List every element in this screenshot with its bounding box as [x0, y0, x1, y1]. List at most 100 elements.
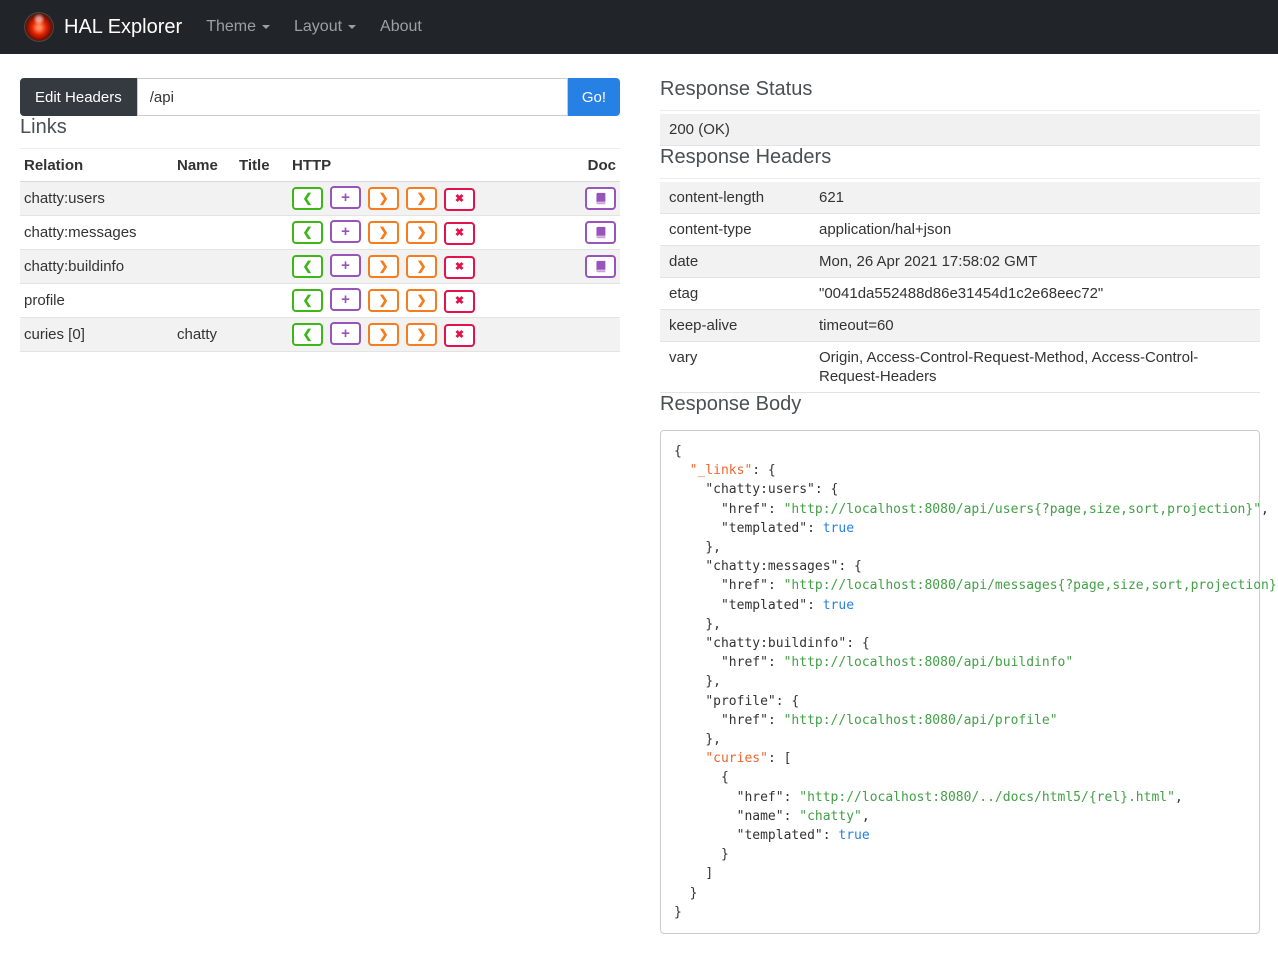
relation-cell: profile — [20, 284, 173, 318]
nav-item-layout[interactable]: Layout — [282, 8, 368, 46]
code-line: "chatty:users": { — [674, 480, 1246, 499]
main-content: Edit Headers Go! Links Relation Name Tit… — [0, 54, 1278, 934]
edit-headers-button[interactable]: Edit Headers — [20, 78, 137, 116]
title-cell — [235, 216, 288, 250]
code-line: "chatty:messages": { — [674, 557, 1246, 576]
code-line: "templated": true — [674, 519, 1246, 538]
header-name-cell: content-length — [660, 182, 810, 214]
http-put-button[interactable]: ❯ — [368, 323, 399, 346]
uri-input[interactable] — [137, 78, 568, 116]
http-put-button[interactable]: ❯ — [368, 187, 399, 210]
header-name-cell: keep-alive — [660, 310, 810, 342]
http-delete-button[interactable]: ✖ — [444, 188, 475, 211]
header-value-cell: timeout=60 — [810, 310, 1260, 342]
http-post-button[interactable]: + — [330, 322, 361, 345]
http-get-button[interactable]: ❮ — [292, 323, 323, 346]
relation-cell: chatty:buildinfo — [20, 250, 173, 284]
http-get-button[interactable]: ❮ — [292, 221, 323, 244]
http-put-button[interactable]: ❯ — [368, 221, 399, 244]
response-header-row: dateMon, 26 Apr 2021 17:58:02 GMT — [660, 246, 1260, 278]
doc-cell — [578, 182, 620, 216]
http-buttons-cell: ❮ + ❯ ❯ ✖ — [288, 182, 578, 216]
code-line: "name": "chatty", — [674, 807, 1246, 826]
http-delete-button[interactable]: ✖ — [444, 222, 475, 245]
doc-cell — [578, 250, 620, 284]
header-value-cell: application/hal+json — [810, 214, 1260, 246]
response-header-row: varyOrigin, Access-Control-Request-Metho… — [660, 342, 1260, 393]
header-name-cell: content-type — [660, 214, 810, 246]
code-line: "profile": { — [674, 692, 1246, 711]
title-cell — [235, 284, 288, 318]
caret-down-icon — [262, 25, 270, 29]
code-line: "curies": [ — [674, 749, 1246, 768]
go-button[interactable]: Go! — [568, 78, 620, 116]
col-doc: Doc — [578, 149, 620, 182]
code-line: "chatty:buildinfo": { — [674, 634, 1246, 653]
name-cell — [173, 216, 235, 250]
http-get-button[interactable]: ❮ — [292, 289, 323, 312]
code-line: }, — [674, 672, 1246, 691]
response-header-row: etag"0041da552488d86e31454d1c2e68eec72" — [660, 278, 1260, 310]
response-panel: Response Status 200 (OK) Response Header… — [660, 78, 1260, 934]
http-post-button[interactable]: + — [330, 254, 361, 277]
link-row: chatty:buildinfo ❮ + ❯ ❯ ✖ — [20, 250, 620, 284]
col-http: HTTP — [288, 149, 578, 182]
name-cell — [173, 284, 235, 318]
nav-brand[interactable]: HAL Explorer — [24, 12, 182, 42]
name-cell: chatty — [173, 318, 235, 352]
http-patch-button[interactable]: ❯ — [406, 255, 437, 278]
http-delete-button[interactable]: ✖ — [444, 324, 475, 347]
relation-cell: chatty:messages — [20, 216, 173, 250]
col-name: Name — [173, 149, 235, 182]
http-post-button[interactable]: + — [330, 186, 361, 209]
code-line: "href": "http://localhost:8080/api/build… — [674, 653, 1246, 672]
http-buttons-cell: ❮ + ❯ ❯ ✖ — [288, 250, 578, 284]
link-row: chatty:users❮+❯❯✖ — [20, 182, 620, 216]
link-row: chatty:messages ❮ + ❯ ❯ ✖ — [20, 216, 620, 250]
code-line: } — [674, 903, 1246, 922]
response-status-heading: Response Status — [660, 78, 1260, 111]
code-line: } — [674, 845, 1246, 864]
navbar: HAL Explorer Theme Layout About — [0, 0, 1278, 54]
http-patch-button[interactable]: ❯ — [406, 323, 437, 346]
http-post-button[interactable]: + — [330, 220, 361, 243]
response-body-heading: Response Body — [660, 393, 1260, 425]
response-body-code: { "_links": { "chatty:users": { "href": … — [660, 430, 1260, 934]
hal-eye-icon — [24, 12, 54, 42]
explorer-panel: Edit Headers Go! Links Relation Name Tit… — [20, 78, 620, 934]
http-post-button[interactable]: + — [330, 288, 361, 311]
link-row: profile ❮ + ❯ ❯ ✖ — [20, 284, 620, 318]
header-name-cell: date — [660, 246, 810, 278]
name-cell — [173, 250, 235, 284]
doc-button[interactable] — [585, 221, 616, 244]
header-value-cell: Origin, Access-Control-Request-Method, A… — [810, 342, 1260, 393]
brand-title: HAL Explorer — [64, 16, 182, 39]
code-line: } — [674, 884, 1246, 903]
http-delete-button[interactable]: ✖ — [444, 290, 475, 313]
http-buttons-cell: ❮ + ❯ ❯ ✖ — [288, 284, 578, 318]
http-delete-button[interactable]: ✖ — [444, 256, 475, 279]
col-relation: Relation — [20, 149, 173, 182]
name-cell — [173, 182, 235, 216]
relation-cell: curies [0] — [20, 318, 173, 352]
code-line: }, — [674, 538, 1246, 557]
nav-item-theme[interactable]: Theme — [194, 8, 282, 46]
http-patch-button[interactable]: ❯ — [406, 289, 437, 312]
http-patch-button[interactable]: ❯ — [406, 221, 437, 244]
http-patch-button[interactable]: ❯ — [406, 187, 437, 210]
doc-button[interactable] — [585, 187, 616, 210]
nav-item-about[interactable]: About — [368, 8, 434, 46]
http-buttons-cell: ❮ + ❯ ❯ ✖ — [288, 318, 578, 352]
header-name-cell: vary — [660, 342, 810, 393]
http-put-button[interactable]: ❯ — [368, 255, 399, 278]
http-put-button[interactable]: ❯ — [368, 289, 399, 312]
doc-button[interactable] — [585, 255, 616, 278]
http-get-button[interactable]: ❮ — [292, 255, 323, 278]
title-cell — [235, 182, 288, 216]
header-value-cell: "0041da552488d86e31454d1c2e68eec72" — [810, 278, 1260, 310]
doc-cell — [578, 318, 620, 352]
nav-links: Theme Layout About — [194, 8, 434, 46]
http-get-button[interactable]: ❮ — [292, 187, 323, 210]
response-headers-table: content-length621content-typeapplication… — [660, 182, 1260, 393]
code-line: "templated": true — [674, 826, 1246, 845]
